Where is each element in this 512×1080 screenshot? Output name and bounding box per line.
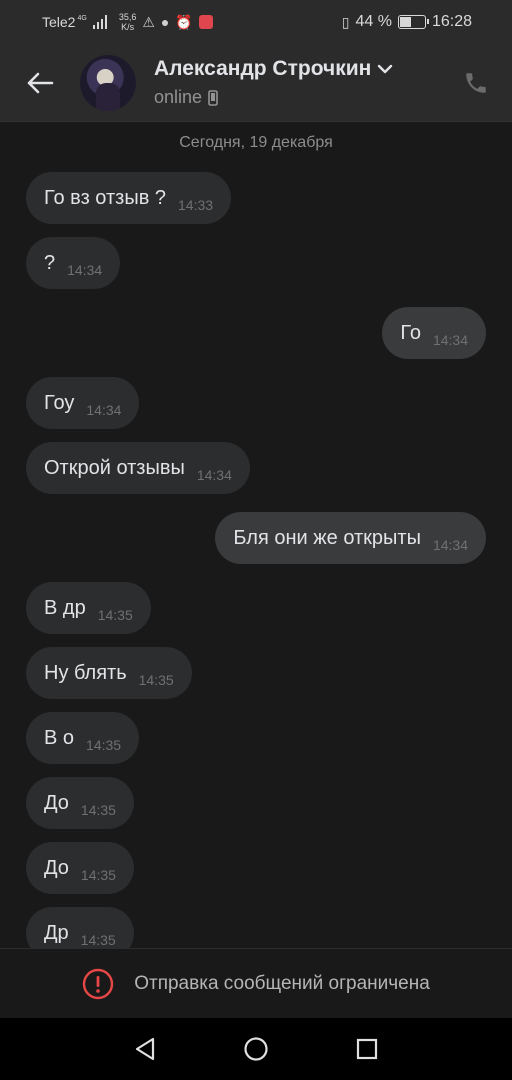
- message-time: 14:33: [178, 197, 214, 213]
- outgoing-message-bubble[interactable]: Бля они же открыты 14:34: [215, 512, 486, 564]
- message-time: 14:35: [80, 867, 116, 883]
- message-row: Бля они же открыты 14:34: [0, 512, 512, 564]
- message-text: Ну блять: [44, 661, 127, 684]
- incoming-message-bubble[interactable]: До 14:35: [26, 777, 134, 829]
- message-row: В о 14:35: [0, 712, 512, 764]
- message-row: ? 14:34: [0, 237, 512, 289]
- message-text: Го: [400, 321, 421, 344]
- restriction-banner: Отправка сообщений ограничена: [0, 948, 512, 1018]
- app-icon: [198, 15, 213, 29]
- status-bar: Tele2 4G 35,6 K/s ⚠ ● ⏰ ▯ 44 % 16:28: [0, 0, 512, 44]
- chat-header: Александр Строчкин online: [0, 44, 512, 122]
- incoming-message-bubble[interactable]: Ну блять 14:35: [26, 647, 192, 699]
- vibrate-icon: ▯: [341, 13, 350, 30]
- carrier-label: Tele2: [42, 14, 76, 30]
- battery-percent: 44 %: [355, 13, 392, 30]
- message-text: Др: [44, 921, 69, 944]
- message-list[interactable]: Сегодня, 19 декабря Го вз отзыв ? 14:33? 1…: [0, 122, 512, 948]
- message-text: Бля они же открыты: [233, 526, 421, 549]
- message-row: До 14:35: [0, 777, 512, 829]
- clock: 16:28: [431, 13, 472, 30]
- triangle-back-icon: [136, 1037, 155, 1061]
- network-type: 4G: [77, 15, 87, 22]
- message-row: Го вз отзыв ? 14:33: [0, 172, 512, 224]
- incoming-message-bubble[interactable]: В о 14:35: [26, 712, 140, 764]
- message-time: 14:35: [86, 737, 122, 753]
- warning-icon: ⚠: [142, 13, 155, 30]
- incoming-message-bubble[interactable]: Гоу 14:34: [26, 377, 140, 429]
- message-row: Ну блять 14:35: [0, 647, 512, 699]
- restriction-text: Отправка сообщений ограничена: [134, 972, 430, 994]
- call-button[interactable]: [446, 44, 506, 122]
- avatar[interactable]: [80, 54, 136, 111]
- message-time: 14:35: [80, 802, 116, 818]
- message-time: 14:34: [67, 262, 103, 278]
- message-text: Гоу: [44, 391, 75, 414]
- incoming-message-bubble[interactable]: До 14:35: [26, 842, 134, 894]
- outgoing-message-bubble[interactable]: Го 14:34: [382, 307, 486, 359]
- alarm-icon: ⏰: [175, 13, 193, 30]
- message-time: 14:34: [432, 332, 468, 348]
- message-row: Открой отзывы 14:34: [0, 442, 512, 494]
- incoming-message-bubble[interactable]: Го вз отзыв ? 14:33: [26, 172, 232, 224]
- back-button[interactable]: [0, 44, 80, 122]
- message-row: До 14:35: [0, 842, 512, 894]
- message-time: 14:34: [432, 537, 468, 553]
- contact-status: online: [154, 87, 203, 107]
- nav-home-button[interactable]: [231, 1024, 281, 1074]
- message-row: Др 14:35: [0, 907, 512, 948]
- message-row: Го 14:34: [0, 307, 512, 359]
- nav-recents-button[interactable]: [342, 1024, 392, 1074]
- alert-circle-icon: [83, 968, 114, 999]
- message-text: Го вз отзыв ?: [44, 186, 166, 209]
- battery-icon: [397, 15, 429, 29]
- message-text: До: [44, 856, 69, 879]
- incoming-message-bubble[interactable]: Др 14:35: [26, 907, 134, 948]
- message-time: 14:34: [196, 467, 232, 483]
- incoming-message-bubble[interactable]: ? 14:34: [26, 237, 121, 289]
- message-text: В о: [44, 726, 75, 749]
- contact-info[interactable]: Александр Строчкин online: [154, 57, 446, 108]
- message-time: 14:35: [138, 672, 174, 688]
- arrow-left-icon: [27, 72, 54, 93]
- nav-back-button[interactable]: [120, 1024, 170, 1074]
- speed-value: 35,6: [118, 12, 137, 22]
- incoming-message-bubble[interactable]: Открой отзывы 14:34: [26, 442, 250, 494]
- message-text: ?: [44, 251, 56, 274]
- chat-icon: ●: [160, 14, 170, 30]
- phone-icon: [466, 72, 486, 93]
- message-row: Гоу 14:34: [0, 377, 512, 429]
- signal-icon: [92, 15, 107, 29]
- message-text: До: [44, 791, 69, 814]
- message-time: 14:35: [80, 932, 116, 948]
- speed-unit: K/s: [121, 22, 135, 32]
- message-text: В др: [44, 596, 86, 619]
- square-recents-icon: [356, 1038, 377, 1060]
- system-nav-bar: [0, 1018, 512, 1080]
- mobile-icon: [208, 89, 218, 106]
- incoming-message-bubble[interactable]: В др 14:35: [26, 582, 151, 634]
- contact-name: Александр Строчкин: [154, 57, 372, 80]
- message-time: 14:34: [86, 402, 122, 418]
- date-separator: Сегодня, 19 декабря: [179, 134, 333, 151]
- chevron-down-icon: [378, 64, 393, 74]
- message-row: В др 14:35: [0, 582, 512, 634]
- network-speed: 35,6 K/s: [119, 12, 137, 32]
- message-text: Открой отзывы: [44, 456, 185, 479]
- message-time: 14:35: [97, 607, 133, 623]
- circle-home-icon: [244, 1037, 268, 1061]
